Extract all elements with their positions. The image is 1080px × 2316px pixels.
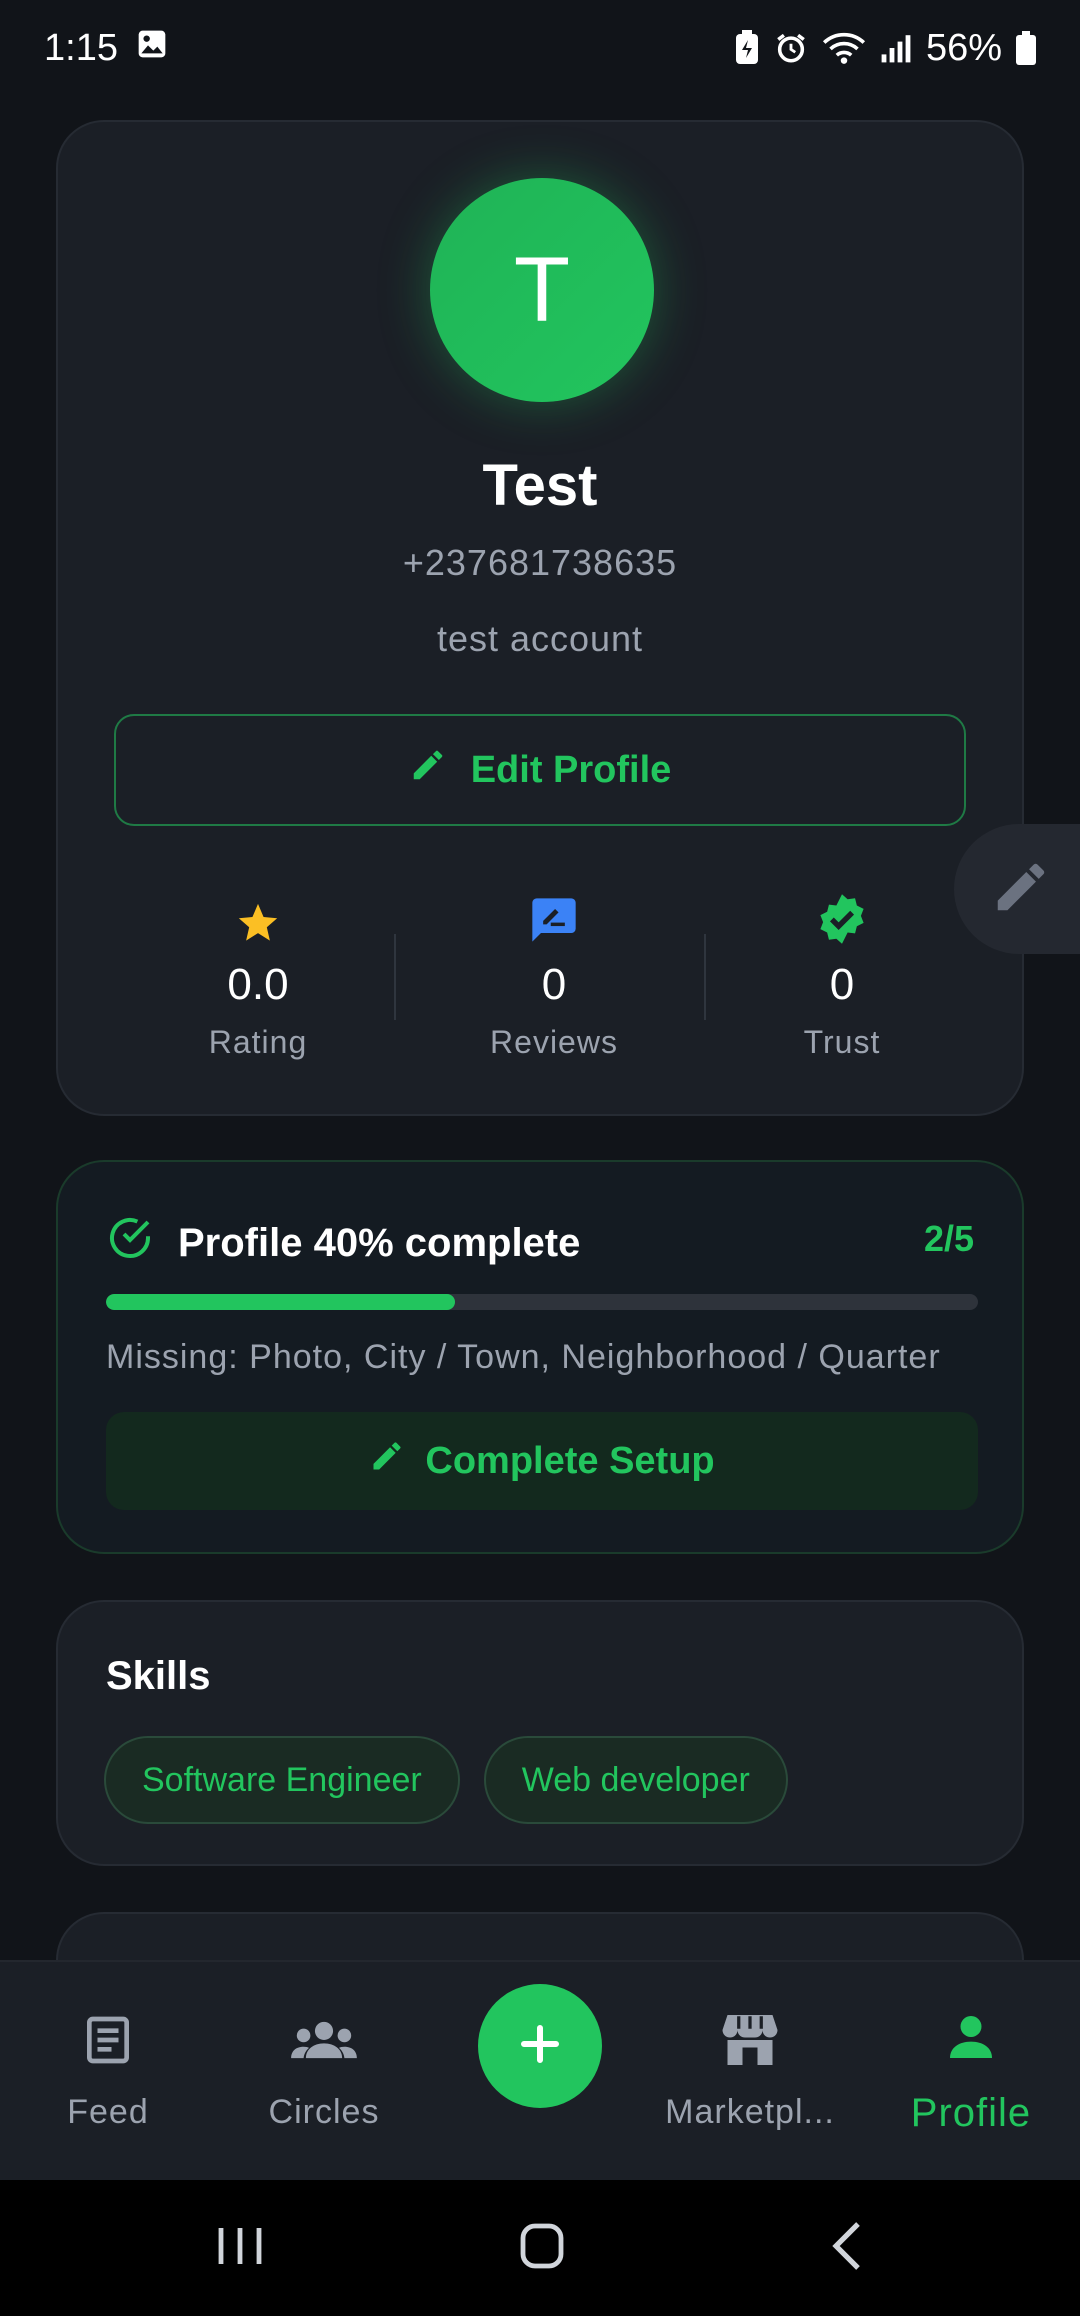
complete-setup-label: Complete Setup: [425, 1439, 715, 1482]
nav-profile-label: Profile: [910, 2090, 1032, 2135]
skill-chip[interactable]: Web developer: [483, 1736, 788, 1824]
system-nav-bar: [0, 2180, 1080, 2316]
bottom-nav: Feed Circles Marketpl... Profile: [0, 1960, 1080, 2180]
wifi-icon: [822, 30, 866, 66]
stat-label: Rating: [208, 1024, 308, 1060]
stat-label: Trust: [803, 1024, 881, 1060]
edit-profile-button[interactable]: Edit Profile: [114, 714, 966, 826]
back-icon: [830, 2220, 862, 2277]
avatar-initial: T: [513, 238, 571, 341]
completion-title: Profile 40% complete: [178, 1220, 581, 1265]
nav-profile[interactable]: Profile: [888, 1962, 1054, 2182]
check-circle-icon: [106, 1214, 154, 1272]
completion-progress-fill: [106, 1294, 455, 1310]
profile-card: T Test +237681738635 test account Edit P…: [56, 120, 1024, 1116]
floating-edit-button[interactable]: [954, 824, 1080, 954]
person-icon: [943, 2009, 999, 2075]
status-time: 1:15: [44, 26, 118, 69]
nav-marketplace-label: Marketpl...: [665, 2093, 835, 2131]
pencil-icon: [369, 1438, 405, 1484]
group-icon: [290, 2012, 358, 2077]
avatar[interactable]: T: [430, 178, 654, 402]
recent-apps-button[interactable]: [200, 2180, 280, 2316]
feed-icon: [80, 2012, 136, 2077]
stat-divider: [704, 934, 706, 1020]
battery-saver-icon: [734, 30, 760, 66]
completion-progress-bar: [106, 1294, 978, 1310]
stat-rating: 0.0 Rating: [108, 882, 408, 1061]
skills-card: Skills Software Engineer Web developer: [56, 1600, 1024, 1866]
nav-circles[interactable]: Circles: [234, 1962, 414, 2182]
edit-profile-label: Edit Profile: [470, 748, 672, 791]
pencil-icon: [990, 856, 1052, 923]
skills-chip-list: Software Engineer Web developer: [104, 1736, 788, 1824]
stat-value: 0: [541, 960, 567, 1009]
completion-count: 2/5: [923, 1218, 974, 1259]
signal-icon: [880, 32, 912, 64]
stat-label: Reviews: [490, 1024, 618, 1060]
completion-missing-text: Missing: Photo, City / Town, Neighborhoo…: [106, 1338, 941, 1376]
recent-apps-icon: [217, 2224, 263, 2273]
profile-phone: +237681738635: [402, 542, 678, 583]
stat-trust: 0 Trust: [692, 882, 992, 1061]
stat-reviews: 0 Reviews: [404, 882, 704, 1061]
battery-percent: 56%: [925, 26, 1002, 69]
profile-completion-card: Profile 40% complete 2/5 Missing: Photo,…: [56, 1160, 1024, 1554]
status-bar: 1:15 56%: [0, 0, 1080, 96]
create-post-button[interactable]: [478, 1984, 602, 2108]
star-icon: [108, 882, 408, 946]
stat-value: 0.0: [227, 960, 289, 1009]
completion-header: Profile 40% complete: [106, 1214, 580, 1272]
plus-icon: [516, 2020, 564, 2073]
nav-circles-label: Circles: [268, 2093, 380, 2131]
stat-value: 0: [829, 960, 855, 1009]
home-button[interactable]: [500, 2180, 584, 2316]
back-button[interactable]: [806, 2180, 886, 2316]
battery-icon: [1016, 31, 1036, 65]
review-icon: [404, 882, 704, 946]
home-icon: [519, 2222, 565, 2275]
nav-marketplace[interactable]: Marketpl...: [650, 1962, 850, 2182]
nav-feed[interactable]: Feed: [28, 1962, 188, 2182]
gallery-notification-icon: [136, 27, 168, 70]
store-icon: [720, 2012, 780, 2077]
skills-title: Skills: [106, 1654, 211, 1698]
stat-divider: [394, 934, 396, 1020]
alarm-icon: [774, 31, 808, 65]
complete-setup-button[interactable]: Complete Setup: [106, 1412, 978, 1510]
skill-chip[interactable]: Software Engineer: [104, 1736, 460, 1824]
pencil-icon: [409, 746, 447, 794]
profile-bio: test account: [436, 618, 644, 659]
stats-row: 0.0 Rating 0 Reviews 0 Trust: [58, 882, 1022, 1082]
profile-name: Test: [482, 453, 598, 518]
verified-icon: [692, 882, 992, 946]
nav-feed-label: Feed: [67, 2093, 149, 2131]
